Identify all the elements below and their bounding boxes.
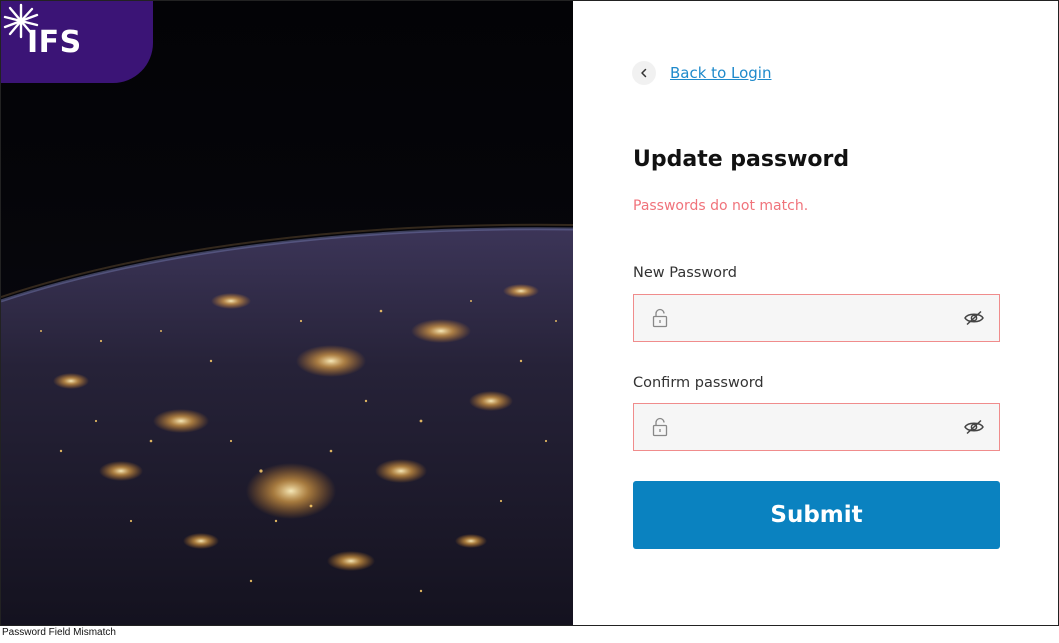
chevron-left-icon [641,68,647,78]
new-password-field [633,294,1000,342]
lock-open-icon [652,308,668,328]
caption: Password Field Mismatch [2,627,116,638]
back-button[interactable] [632,61,656,85]
confirm-password-label: Confirm password [633,375,764,391]
eye-off-icon[interactable] [963,310,985,326]
confirm-password-input[interactable] [680,404,963,450]
earth-night-illustration [1,223,573,625]
login-window: IFS Back to Login Update password Passwo… [0,0,1059,626]
confirm-password-field [633,403,1000,451]
back-to-login: Back to Login [632,61,771,85]
new-password-label: New Password [633,265,737,281]
new-password-input[interactable] [680,295,963,341]
back-to-login-link[interactable]: Back to Login [670,64,771,82]
update-password-panel: Back to Login Update password Passwords … [573,1,1058,625]
eye-off-icon[interactable] [963,419,985,435]
ifs-starburst-icon [3,3,39,39]
hero-earth-image: IFS [1,1,573,625]
ifs-logo: IFS [1,1,153,83]
lock-open-icon [652,417,668,437]
page-title: Update password [633,147,850,172]
error-message: Passwords do not match. [633,198,809,214]
submit-button[interactable]: Submit [633,481,1000,549]
